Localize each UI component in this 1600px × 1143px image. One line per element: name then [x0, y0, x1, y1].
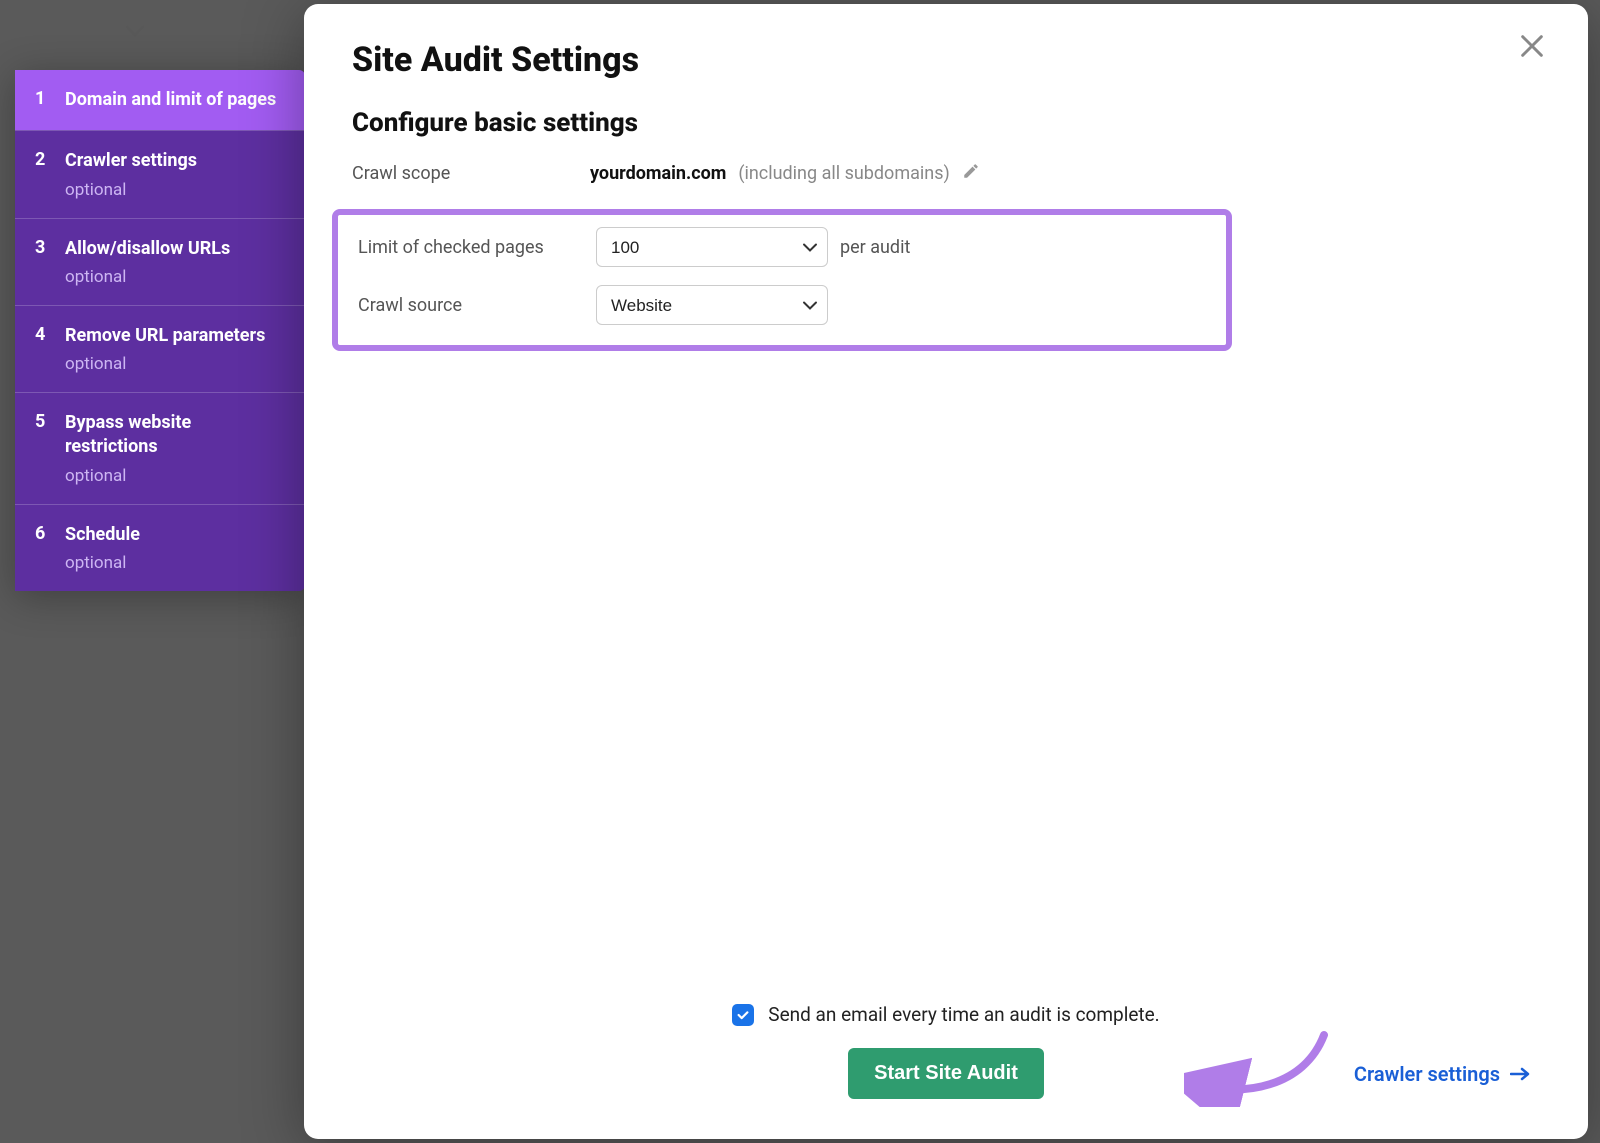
- wizard-step-schedule[interactable]: 6 Schedule optional: [15, 504, 305, 591]
- wizard-step-crawler-settings[interactable]: 2 Crawler settings optional: [15, 130, 305, 217]
- step-optional: optional: [65, 466, 287, 486]
- close-icon[interactable]: [1518, 32, 1546, 60]
- step-optional: optional: [65, 180, 287, 200]
- step-title: Remove URL parameters: [65, 324, 287, 348]
- step-optional: optional: [65, 553, 287, 573]
- step-number: 1: [35, 88, 65, 112]
- email-label: Send an email every time an audit is com…: [768, 1003, 1159, 1026]
- step-title: Schedule: [65, 523, 287, 547]
- crawl-scope-label: Crawl scope: [352, 163, 590, 184]
- step-title: Allow/disallow URLs: [65, 237, 287, 261]
- start-site-audit-button[interactable]: Start Site Audit: [848, 1048, 1044, 1099]
- crawl-scope-note: (including all subdomains): [738, 163, 949, 184]
- crawl-source-row: Crawl source Website: [352, 285, 1212, 325]
- crawl-scope-row: Crawl scope yourdomain.com (including al…: [352, 162, 1540, 185]
- step-number: 3: [35, 237, 65, 287]
- email-checkbox[interactable]: [732, 1004, 754, 1026]
- wizard-step-allow-disallow[interactable]: 3 Allow/disallow URLs optional: [15, 218, 305, 305]
- limit-select[interactable]: 100: [596, 227, 828, 267]
- modal-title: Site Audit Settings: [352, 40, 1540, 80]
- crawler-settings-link[interactable]: Crawler settings: [1354, 1062, 1530, 1086]
- step-title: Crawler settings: [65, 149, 287, 173]
- crawl-source-select[interactable]: Website: [596, 285, 828, 325]
- step-title: Domain and limit of pages: [65, 88, 287, 112]
- crawl-scope-domain: yourdomain.com: [590, 163, 726, 184]
- limit-row: Limit of checked pages 100 per audit: [352, 227, 1212, 267]
- limit-suffix: per audit: [840, 237, 910, 258]
- highlighted-settings-group: Limit of checked pages 100 per audit Cra…: [332, 209, 1232, 351]
- step-title: Bypass website restrictions: [65, 411, 287, 460]
- step-number: 6: [35, 523, 65, 573]
- limit-label: Limit of checked pages: [358, 237, 596, 258]
- crawler-settings-link-label: Crawler settings: [1354, 1062, 1500, 1086]
- crawl-source-label: Crawl source: [358, 295, 596, 316]
- wizard-step-bypass-restrictions[interactable]: 5 Bypass website restrictions optional: [15, 392, 305, 504]
- wizard-step-domain-limit[interactable]: 1 Domain and limit of pages: [15, 70, 305, 130]
- email-notification-row: Send an email every time an audit is com…: [732, 1003, 1159, 1026]
- settings-modal: Site Audit Settings Configure basic sett…: [304, 4, 1588, 1139]
- modal-subtitle: Configure basic settings: [352, 108, 1540, 138]
- step-number: 4: [35, 324, 65, 374]
- background-chevron: [125, 22, 145, 41]
- step-optional: optional: [65, 267, 287, 287]
- step-optional: optional: [65, 354, 287, 374]
- modal-footer: Send an email every time an audit is com…: [352, 1003, 1540, 1099]
- wizard-sidebar: 1 Domain and limit of pages 2 Crawler se…: [15, 70, 305, 591]
- wizard-step-remove-url-params[interactable]: 4 Remove URL parameters optional: [15, 305, 305, 392]
- arrow-right-icon: [1510, 1067, 1530, 1081]
- step-number: 2: [35, 149, 65, 199]
- step-number: 5: [35, 411, 65, 486]
- pencil-icon[interactable]: [962, 162, 980, 185]
